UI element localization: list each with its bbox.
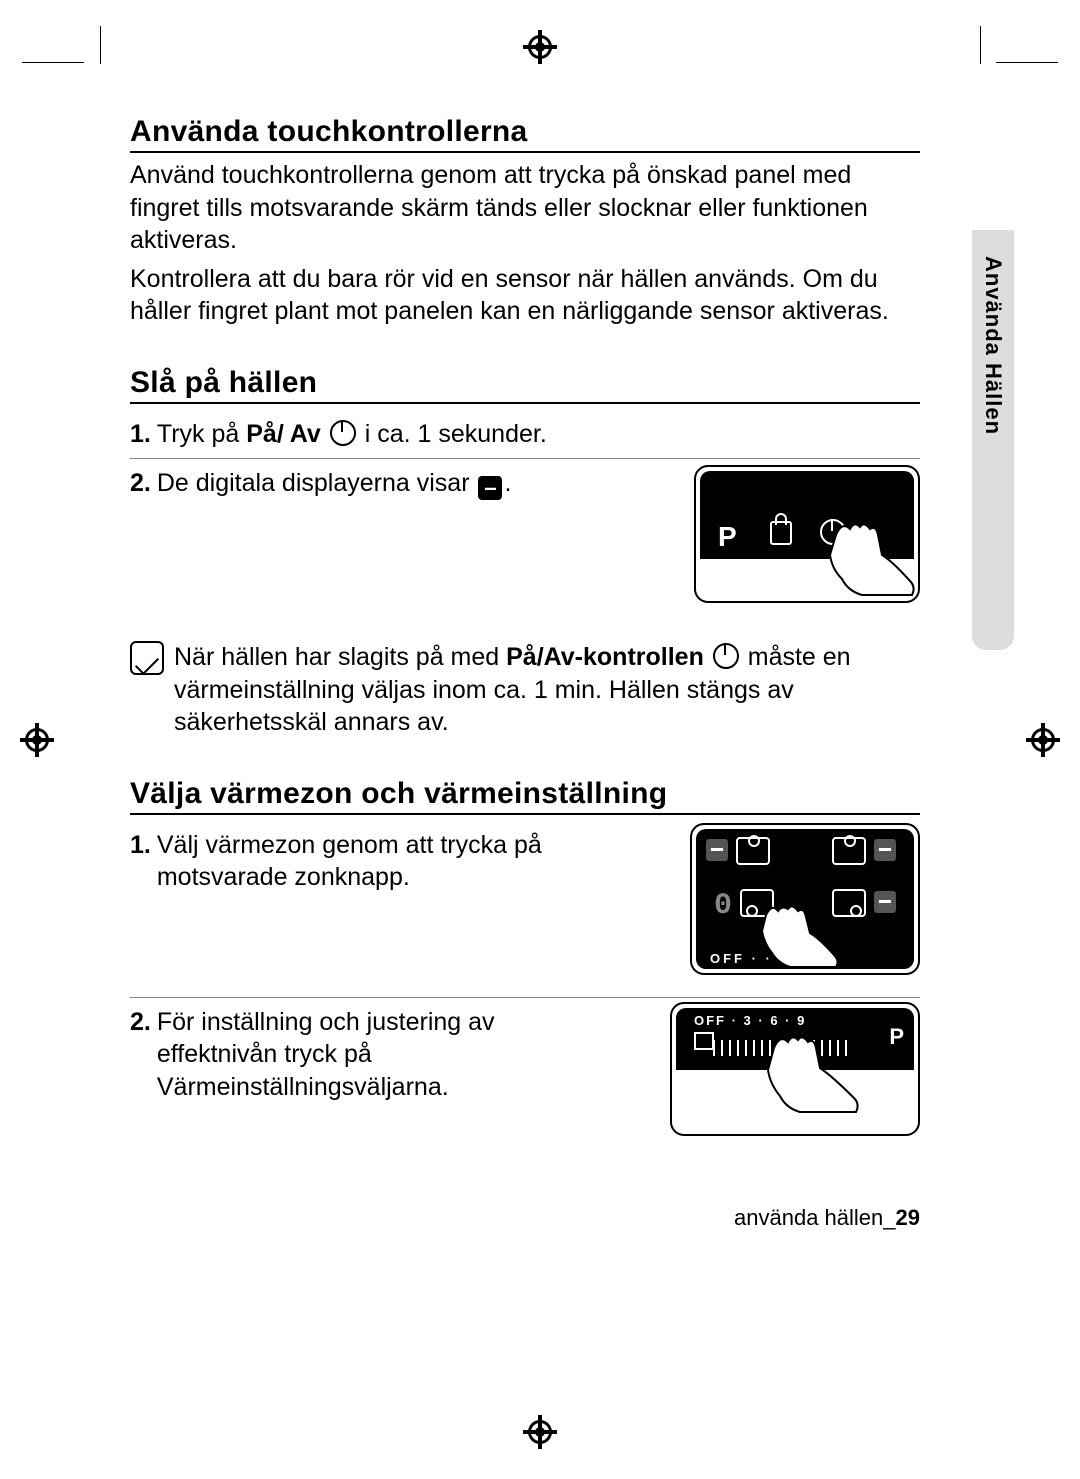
power-icon xyxy=(330,420,356,446)
display-p-icon: P xyxy=(889,1026,904,1048)
step-number: 2. xyxy=(130,467,151,615)
zone-icon xyxy=(832,837,866,865)
power-icon xyxy=(713,643,739,669)
zone-icon xyxy=(736,837,770,865)
step-number: 1. xyxy=(130,418,151,451)
scale-label: OFF · 3 · 6 · 9 xyxy=(694,1014,878,1027)
page-footer: använda hällen_29 xyxy=(734,1205,920,1231)
step-1: 1. Tryk på På/ Av i ca. 1 sekunder. xyxy=(130,410,920,459)
step-number: 2. xyxy=(130,1006,151,1146)
illustration-zone-select: 0 OFF · · 6 · 9 xyxy=(690,823,920,975)
body-text: Använd touchkontrollerna genom att tryck… xyxy=(130,159,920,257)
hand-pointer-icon xyxy=(816,517,916,603)
step-2: 2. För inställning och justering av effe… xyxy=(130,997,920,1154)
side-tab-label: Använda Hällen xyxy=(980,256,1006,435)
display-zero-icon: 0 xyxy=(714,891,732,921)
dash-icon xyxy=(874,891,896,913)
step-text: Välj värmezon genom att trycka på motsva… xyxy=(157,829,587,989)
step-number: 1. xyxy=(130,829,151,989)
illustration-power-on: P xyxy=(694,465,920,603)
page-content: Använda touchkontrollerna Använd touchko… xyxy=(130,115,920,1154)
registration-mark-icon xyxy=(523,30,557,64)
note-icon xyxy=(130,641,164,675)
side-tab: Använda Hällen xyxy=(972,230,1014,650)
step-2: 2. De digitala displayerna visar –. P xyxy=(130,458,920,623)
step-text: Tryk på På/ Av i ca. 1 sekunder. xyxy=(157,418,920,451)
heading-touch-controls: Använda touchkontrollerna xyxy=(130,115,920,153)
note: När hällen har slagits på med På/Av-kont… xyxy=(130,641,920,739)
heading-power-on: Slå på hällen xyxy=(130,366,920,404)
crop-mark-icon xyxy=(980,26,981,64)
lock-icon xyxy=(770,521,792,545)
crop-mark-icon xyxy=(100,26,101,64)
dash-icon xyxy=(706,839,728,861)
registration-mark-icon xyxy=(1026,723,1060,757)
dash-icon xyxy=(874,839,896,861)
step-1: 1. Välj värmezon genom att trycka på mot… xyxy=(130,821,920,997)
note-text: När hällen har slagits på med På/Av-kont… xyxy=(174,641,920,739)
illustration-power-level: OFF · 3 · 6 · 9 P xyxy=(670,1002,920,1136)
body-text: Kontrollera att du bara rör vid en senso… xyxy=(130,263,920,328)
hand-pointer-icon xyxy=(748,903,838,973)
registration-mark-icon xyxy=(20,723,54,757)
hand-pointer-icon xyxy=(752,1034,862,1134)
step-text: För inställning och justering av effektn… xyxy=(157,1006,567,1146)
crop-mark-icon xyxy=(22,62,84,63)
display-p-icon: P xyxy=(718,523,737,551)
registration-mark-icon xyxy=(523,1415,557,1449)
minus-icon: – xyxy=(478,476,502,500)
crop-mark-icon xyxy=(996,62,1058,63)
heading-select-zone: Välja värmezon och värmeinställning xyxy=(130,777,920,815)
